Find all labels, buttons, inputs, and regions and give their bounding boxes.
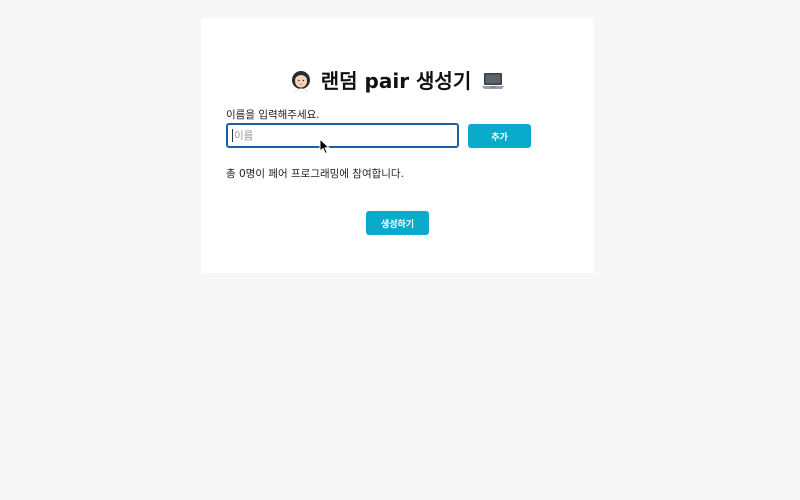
participant-count-text: 총 0명이 페어 프로그래밍에 참여합니다. xyxy=(226,168,404,180)
text-caret xyxy=(232,129,233,142)
pair-generator-card: 랜덤 pair 생성기 이름을 입력해주세요. 추가 총 0명이 페어 프로그래… xyxy=(201,18,594,273)
mouse-pointer-icon xyxy=(319,138,330,154)
name-input-label: 이름을 입력해주세요. xyxy=(226,109,320,121)
name-input[interactable] xyxy=(226,123,459,148)
generate-button[interactable]: 생성하기 xyxy=(366,211,429,235)
add-button[interactable]: 추가 xyxy=(468,124,531,148)
woman-technologist-icon xyxy=(291,70,310,92)
laptop-icon xyxy=(482,72,505,89)
page-title-text: 랜덤 pair 생성기 xyxy=(320,69,472,93)
page-title: 랜덤 pair 생성기 xyxy=(201,68,594,94)
